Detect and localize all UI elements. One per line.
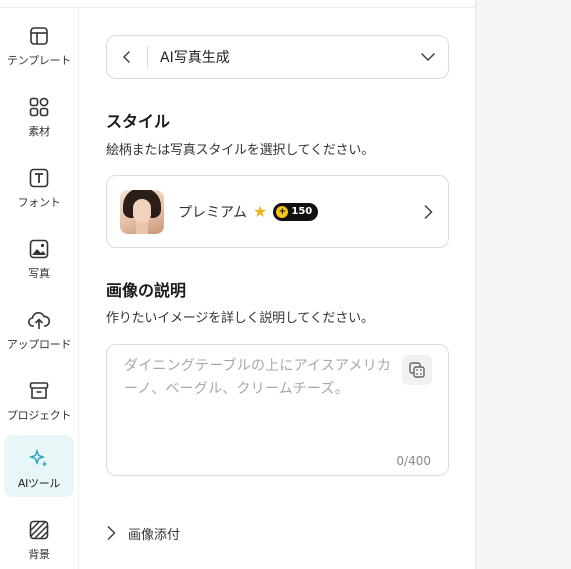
sidebar-item-label: AIツール bbox=[17, 477, 61, 490]
style-name: プレミアム bbox=[178, 204, 248, 221]
sparkles-icon bbox=[27, 447, 51, 471]
dice-icon bbox=[409, 362, 425, 378]
sidebar-item-ai-tools[interactable]: AIツール bbox=[4, 435, 74, 497]
ai-photo-panel: AI写真生成 スタイル 絵柄または写真スタイルを選択してください。 プレミアム … bbox=[80, 8, 475, 569]
sidebar-item-elements[interactable]: 素材 bbox=[4, 83, 74, 145]
sidebar-item-label: プロジェクト bbox=[6, 409, 72, 422]
sidebar-item-background[interactable]: 背景 bbox=[4, 506, 74, 568]
coin-icon: + bbox=[276, 205, 289, 218]
back-button[interactable] bbox=[107, 36, 147, 78]
sidebar-item-upload[interactable]: アップロード bbox=[4, 296, 74, 358]
attach-label: 画像添付 bbox=[128, 527, 181, 543]
archive-box-icon bbox=[27, 379, 51, 403]
style-selector-card[interactable]: プレミアム ★ + 150 bbox=[106, 175, 449, 248]
image-icon bbox=[27, 237, 51, 261]
sidebar-item-projects[interactable]: プロジェクト bbox=[4, 367, 74, 429]
sidebar-item-label: 写真 bbox=[28, 267, 50, 280]
background-pattern-icon bbox=[27, 518, 51, 542]
text-icon bbox=[27, 166, 51, 190]
chevron-down-icon bbox=[408, 52, 448, 62]
divider bbox=[147, 46, 148, 68]
sidebar-item-template[interactable]: テンプレート bbox=[4, 12, 74, 74]
style-heading: スタイル bbox=[106, 112, 171, 131]
description-help: 作りたいイメージを詳しく説明してください。 bbox=[106, 311, 374, 326]
cloud-upload-icon bbox=[27, 308, 51, 332]
tool-title: AI写真生成 bbox=[160, 50, 230, 66]
chevron-left-icon bbox=[122, 50, 131, 64]
prompt-placeholder: ダイニングテーブルの上にアイスアメリカーノ、ベーグル、クリームチーズ。 bbox=[124, 358, 392, 397]
credit-badge: + 150 bbox=[273, 202, 319, 221]
style-thumbnail bbox=[120, 189, 164, 234]
sidebar-item-label: テンプレート bbox=[7, 54, 71, 67]
tool-selector-dropdown[interactable]: AI写真生成 bbox=[106, 35, 449, 79]
canvas-area bbox=[475, 0, 571, 569]
random-prompt-button[interactable] bbox=[402, 355, 432, 385]
sidebar-item-label: フォント bbox=[17, 196, 61, 209]
sidebar-item-fonts[interactable]: フォント bbox=[4, 154, 74, 216]
chevron-right-icon bbox=[107, 525, 116, 541]
credit-value: 150 bbox=[291, 206, 313, 217]
layout-template-icon bbox=[27, 24, 51, 48]
sidebar-item-photos[interactable]: 写真 bbox=[4, 225, 74, 287]
style-description: 絵柄または写真スタイルを選択してください。 bbox=[106, 143, 375, 158]
left-sidebar: テンプレート 素材 フォント 写真 アップロード プロジェクト AIツール 背景 bbox=[0, 8, 79, 569]
sidebar-item-label: 背景 bbox=[28, 548, 50, 561]
image-attach-toggle[interactable]: 画像添付 bbox=[106, 521, 180, 545]
description-heading: 画像の説明 bbox=[106, 281, 187, 300]
prompt-textarea[interactable]: ダイニングテーブルの上にアイスアメリカーノ、ベーグル、クリームチーズ。 0/40… bbox=[106, 344, 449, 476]
top-bar bbox=[0, 0, 475, 8]
char-count: 0/400 bbox=[396, 454, 431, 468]
sidebar-item-label: アップロード bbox=[6, 338, 72, 351]
shapes-icon bbox=[27, 95, 51, 119]
sidebar-item-label: 素材 bbox=[28, 125, 50, 138]
star-icon: ★ bbox=[253, 202, 268, 221]
chevron-right-icon bbox=[408, 204, 448, 220]
